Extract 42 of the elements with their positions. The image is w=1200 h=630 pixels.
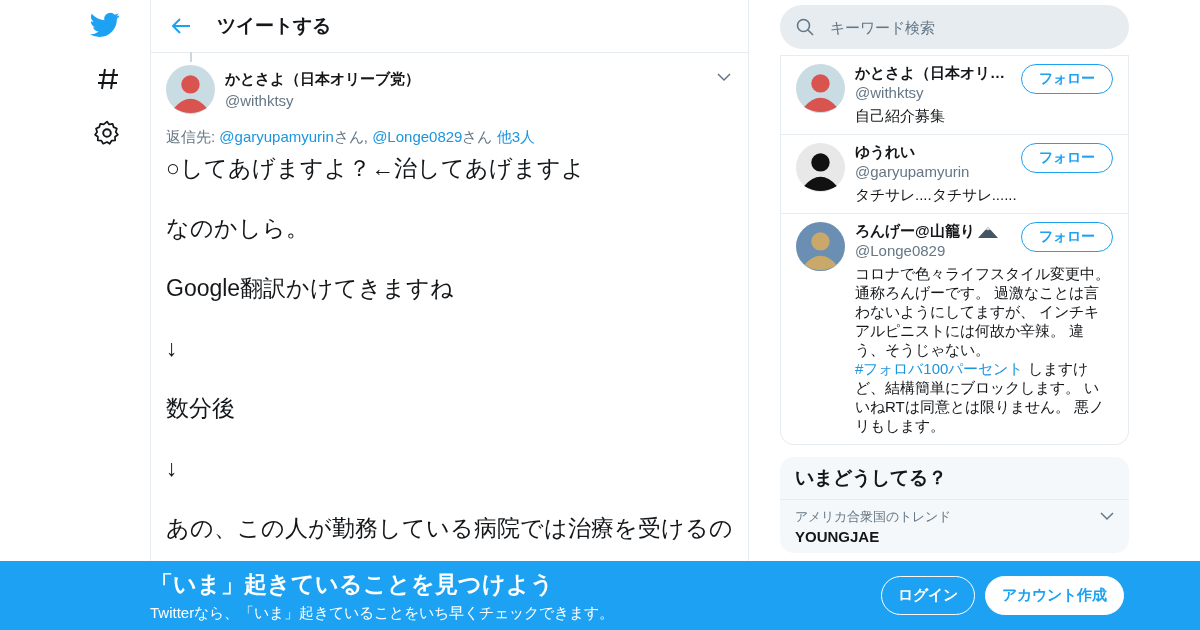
login-button[interactable]: ログイン xyxy=(881,576,975,615)
tweet-text: なのかしら。 xyxy=(166,214,310,243)
follow-button[interactable]: フォロー xyxy=(1021,222,1113,252)
user-bio: コロナで色々ライフスタイル変更中。通称ろんげーです。 過激なことは言わないようにしてますが、 インチキアルピニストには何故か辛辣。 違う、そうじゃない。 #フォロバ100パーセント しますけど、結構簡単にブロックします。 いいねRTは同意とは限りません。 悪ノリもします。 xyxy=(855,264,1111,435)
user-handle: @Longe0829 xyxy=(855,242,947,259)
user-bio: 自己紹介募集 xyxy=(855,106,946,125)
trends-title: いまどうしてる？ xyxy=(780,457,1129,500)
follow-button[interactable]: フォロー xyxy=(1021,143,1113,173)
signup-button[interactable]: アカウント作成 xyxy=(985,576,1124,615)
search-field[interactable]: キーワード検索 xyxy=(780,5,1129,49)
banner-title: 「いま」起きていることを見つけよう xyxy=(150,569,555,599)
bird-icon[interactable] xyxy=(90,12,120,38)
user-name[interactable]: かとさよ（日本オリ… xyxy=(855,64,1005,83)
user-handle: @garyupamyurin xyxy=(855,163,971,180)
user-handle: @withktsy xyxy=(855,84,925,101)
reply-to-text: 返信先: @garyupamyurinさん, @Longe0829さん 他3人 xyxy=(166,128,536,147)
mention-link[interactable]: @Longe0829 xyxy=(372,128,463,145)
page-title: ツイートする xyxy=(217,14,331,38)
mention-link[interactable]: #フォロバ100パーセント xyxy=(855,360,1024,377)
banner-subtitle: Twitterなら、「いま」起きていることをいち早くチェックできます。 xyxy=(150,603,616,623)
mention-link[interactable]: 他3人 xyxy=(496,128,535,145)
tweet-text: ○してあげますよ？←治してあげますよ xyxy=(166,154,586,183)
user-name[interactable]: かとさよ（日本オリーブ党） xyxy=(225,70,707,89)
tweet-text: ↓ xyxy=(166,334,179,363)
tweet-text: あの、この人が勤務している病院では治療を受けるの xyxy=(166,514,733,543)
chevron-down-icon[interactable] xyxy=(717,73,731,82)
user-handle: @withktsy xyxy=(225,92,295,109)
back-arrow-icon[interactable] xyxy=(171,17,191,35)
mention-link[interactable]: @garyupamyurin xyxy=(219,128,334,145)
avatar[interactable] xyxy=(796,143,845,192)
user-bio: タチサレ....タチサレ...... xyxy=(855,185,1018,204)
tweet-text: ↓ xyxy=(166,454,179,483)
trend-context: アメリカ合衆国のトレンド xyxy=(795,508,951,526)
tweet-text: 数分後 xyxy=(166,394,236,423)
tweet-text: Google翻訳かけてきますね xyxy=(166,274,456,303)
hashtag-icon[interactable] xyxy=(96,66,120,92)
user-name[interactable]: ゆうれい xyxy=(855,143,915,162)
settings-icon[interactable] xyxy=(94,120,120,146)
follow-button[interactable]: フォロー xyxy=(1021,64,1113,94)
chevron-down-icon[interactable] xyxy=(1100,512,1114,521)
user-name[interactable]: ろんげー@山籠り xyxy=(855,222,975,241)
trend-name[interactable]: YOUNGJAE xyxy=(795,528,880,545)
